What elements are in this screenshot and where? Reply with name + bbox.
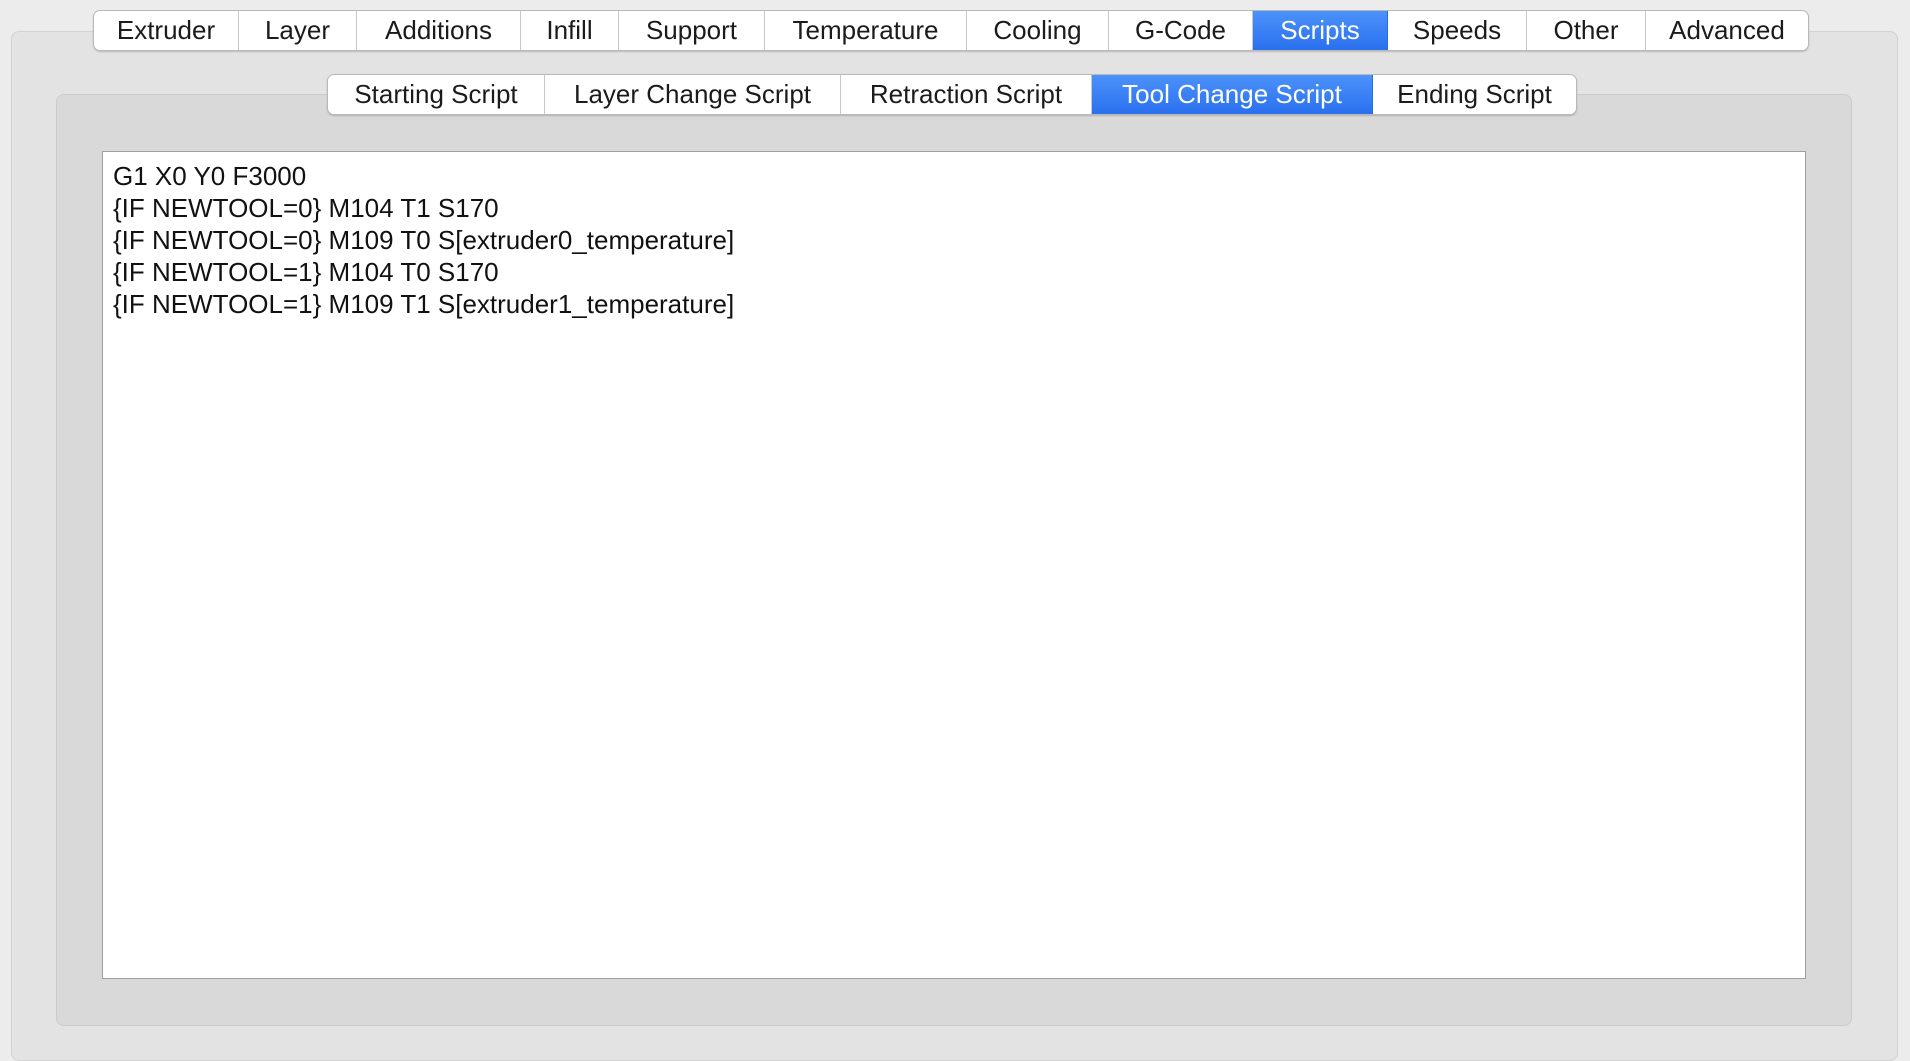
script-line: {IF NEWTOOL=1} M104 T0 S170 bbox=[113, 257, 499, 287]
script-tab-bar: Starting Script Layer Change Script Retr… bbox=[327, 74, 1577, 115]
script-line: {IF NEWTOOL=1} M109 T1 S[extruder1_tempe… bbox=[113, 289, 735, 319]
script-line: G1 X0 Y0 F3000 bbox=[113, 161, 307, 191]
tab-retraction-script[interactable]: Retraction Script bbox=[841, 75, 1092, 114]
script-editor[interactable]: G1 X0 Y0 F3000 {IF NEWTOOL=0} M104 T1 S1… bbox=[102, 151, 1806, 979]
tab-extruder[interactable]: Extruder bbox=[94, 11, 239, 50]
tab-support[interactable]: Support bbox=[619, 11, 765, 50]
tab-additions[interactable]: Additions bbox=[357, 11, 521, 50]
tab-ending-script[interactable]: Ending Script bbox=[1373, 75, 1576, 114]
tab-other[interactable]: Other bbox=[1527, 11, 1646, 50]
tab-tool-change-script[interactable]: Tool Change Script bbox=[1092, 75, 1373, 114]
main-tab-bar: Extruder Layer Additions Infill Support … bbox=[93, 10, 1809, 51]
tab-layer-change-script[interactable]: Layer Change Script bbox=[545, 75, 841, 114]
script-line: {IF NEWTOOL=0} M104 T1 S170 bbox=[113, 193, 499, 223]
tab-layer[interactable]: Layer bbox=[239, 11, 357, 50]
tab-starting-script[interactable]: Starting Script bbox=[328, 75, 545, 114]
tab-g-code[interactable]: G-Code bbox=[1109, 11, 1253, 50]
script-line: {IF NEWTOOL=0} M109 T0 S[extruder0_tempe… bbox=[113, 225, 735, 255]
tab-scripts[interactable]: Scripts bbox=[1253, 11, 1388, 50]
tab-temperature[interactable]: Temperature bbox=[765, 11, 967, 50]
tab-advanced[interactable]: Advanced bbox=[1646, 11, 1808, 50]
tab-speeds[interactable]: Speeds bbox=[1388, 11, 1527, 50]
tab-infill[interactable]: Infill bbox=[521, 11, 619, 50]
tab-cooling[interactable]: Cooling bbox=[967, 11, 1109, 50]
